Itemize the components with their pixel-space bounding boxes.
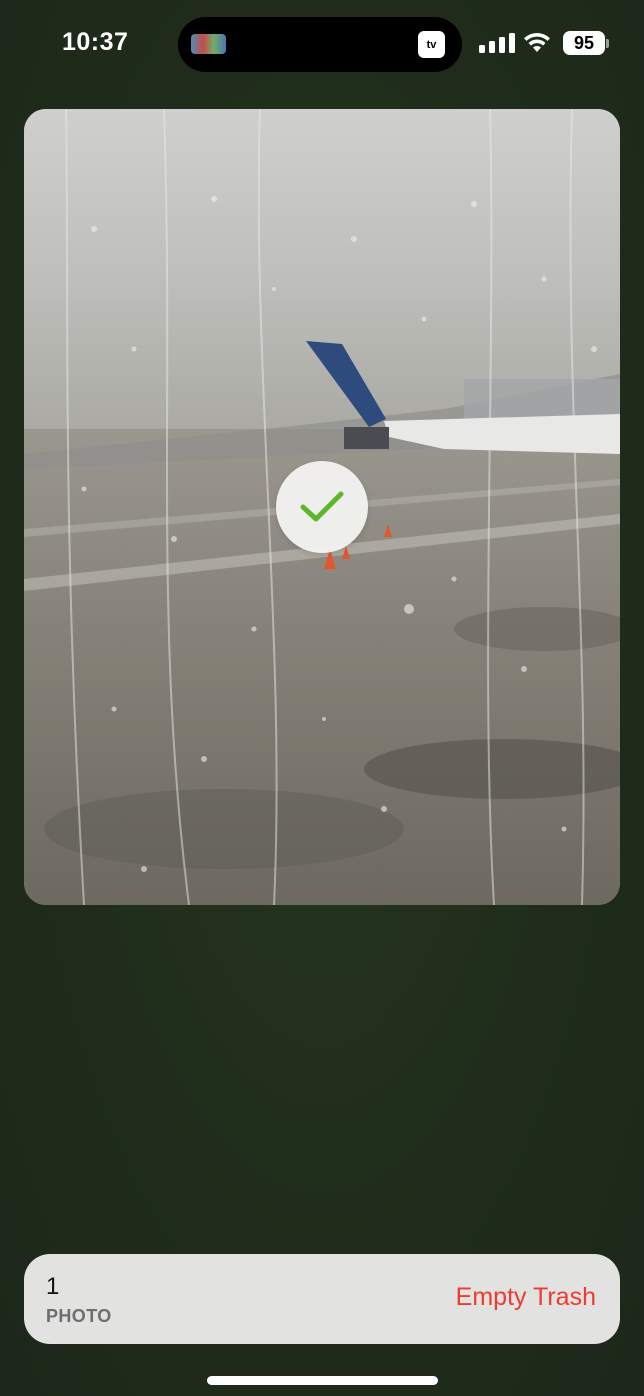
now-playing-thumbnail (191, 34, 226, 54)
trash-action-bar: 1 PHOTO Empty Trash (24, 1254, 620, 1344)
trash-photo[interactable] (24, 109, 620, 905)
battery-level: 95 (573, 32, 595, 53)
status-time: 10:37 (62, 28, 129, 56)
selected-check-badge[interactable] (276, 461, 368, 553)
dynamic-island[interactable]: tv (178, 17, 462, 72)
checkmark-icon (300, 491, 344, 522)
apple-tv-icon: tv (418, 31, 445, 58)
home-indicator[interactable] (207, 1376, 438, 1385)
battery-icon: 95 (563, 31, 605, 55)
apple-tv-label: tv (426, 38, 437, 51)
empty-trash-button[interactable]: Empty Trash (456, 1283, 596, 1312)
battery-nub (606, 39, 609, 48)
screen: 10:37 tv 95 1 PHOTO Empty Trash (0, 0, 644, 1396)
photo-count: 1 (46, 1273, 60, 1300)
wifi-icon (524, 32, 550, 52)
photo-count-label: PHOTO (46, 1306, 112, 1326)
cellular-signal-icon (479, 33, 515, 53)
